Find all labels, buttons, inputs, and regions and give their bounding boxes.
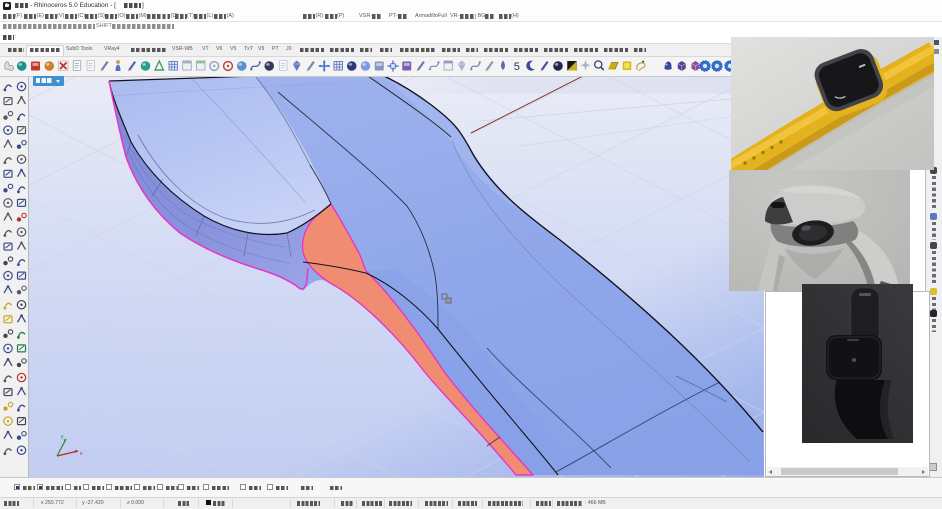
svg-text:5: 5 (514, 61, 520, 73)
